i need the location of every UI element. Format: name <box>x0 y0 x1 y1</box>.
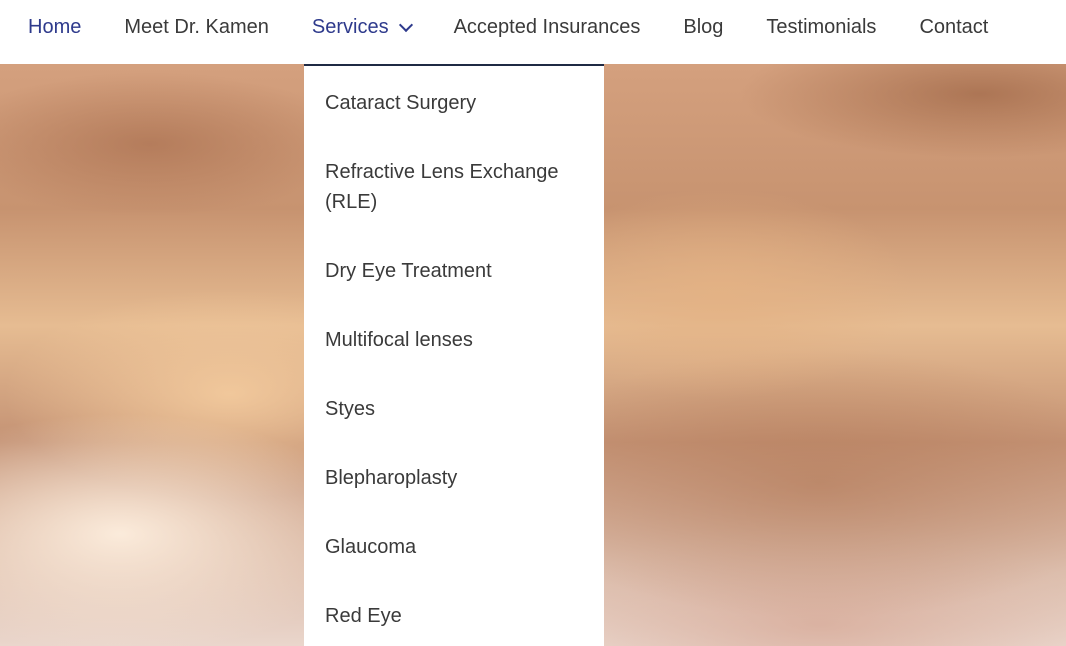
dropdown-item-glaucoma[interactable]: Glaucoma <box>325 532 587 562</box>
nav-item-services[interactable]: Services <box>311 15 413 39</box>
dropdown-item-cataract-surgery[interactable]: Cataract Surgery <box>325 88 587 118</box>
nav-item-accepted-insurances[interactable]: Accepted Insurances <box>454 16 641 39</box>
dropdown-item-styes[interactable]: Styes <box>325 394 587 424</box>
chevron-down-icon <box>398 17 413 32</box>
nav-menu: Home Meet Dr. Kamen Services Accepted In… <box>0 0 1066 54</box>
dropdown-item-refractive-lens-exchange[interactable]: Refractive Lens Exchange (RLE) <box>325 157 587 217</box>
dropdown-item-blepharoplasty[interactable]: Blepharoplasty <box>325 463 587 493</box>
nav-item-label: Meet Dr. Kamen <box>124 15 269 38</box>
dropdown-item-dry-eye-treatment[interactable]: Dry Eye Treatment <box>325 256 587 286</box>
services-dropdown-menu: Cataract Surgery Refractive Lens Exchang… <box>304 64 604 646</box>
nav-item-label: Home <box>28 15 82 38</box>
nav-item-home[interactable]: Home <box>28 16 81 39</box>
dropdown-item-multifocal-lenses[interactable]: Multifocal lenses <box>325 325 587 355</box>
nav-item-label: Contact <box>919 15 989 38</box>
nav-item-blog[interactable]: Blog <box>683 16 723 39</box>
nav-item-label: Testimonials <box>766 15 877 38</box>
dropdown-item-red-eye[interactable]: Red Eye <box>325 601 587 631</box>
main-navigation: Home Meet Dr. Kamen Services Accepted In… <box>0 0 1066 64</box>
nav-item-testimonials[interactable]: Testimonials <box>766 16 876 39</box>
nav-item-label: Blog <box>683 15 724 38</box>
nav-item-label: Services <box>311 15 389 38</box>
nav-item-contact[interactable]: Contact <box>919 16 988 39</box>
nav-item-label: Accepted Insurances <box>453 15 641 38</box>
nav-item-meet-dr-kamen[interactable]: Meet Dr. Kamen <box>124 16 269 39</box>
